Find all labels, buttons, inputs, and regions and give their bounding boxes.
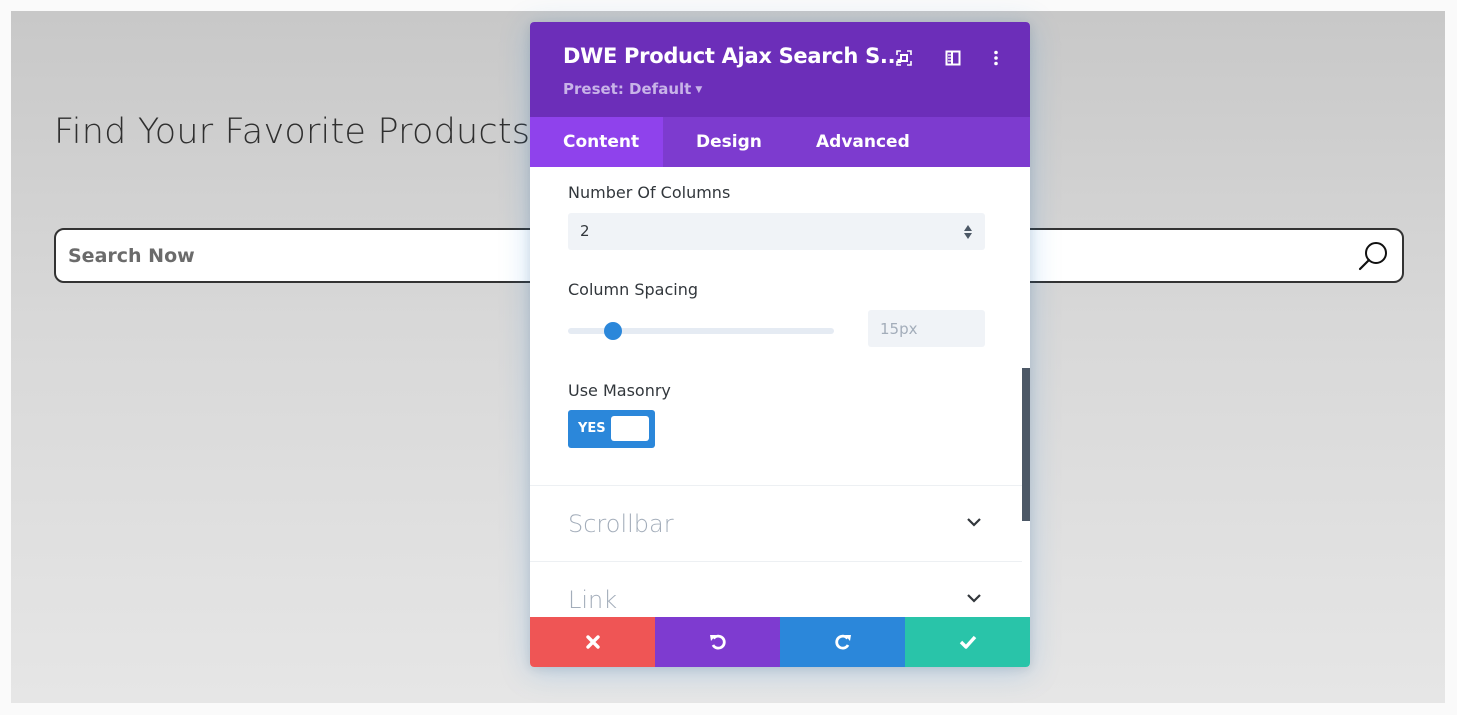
- settings-panel: Number Of Columns 2 Column Spacing Use M…: [530, 167, 1030, 617]
- tab-bar: Content Design Advanced: [530, 117, 1030, 167]
- close-icon: [585, 635, 600, 649]
- section-link-title: Link: [568, 586, 618, 614]
- tab-content[interactable]: Content: [530, 117, 663, 167]
- redo-icon: [834, 634, 851, 650]
- slider-handle[interactable]: [604, 322, 623, 340]
- modal-title: DWE Product Ajax Search S...: [563, 44, 903, 68]
- modal-header[interactable]: DWE Product Ajax Search S... Preset: Def…: [530, 22, 1030, 117]
- number-of-columns-value: 2: [580, 222, 590, 240]
- search-icon[interactable]: [1356, 238, 1392, 274]
- tab-design[interactable]: Design: [663, 117, 783, 167]
- panel-scrollbar[interactable]: [1022, 368, 1030, 521]
- tab-advanced[interactable]: Advanced: [783, 117, 910, 167]
- chevron-down-icon: [967, 594, 981, 603]
- column-spacing-input[interactable]: [868, 310, 985, 347]
- toggle-yes-label: YES: [578, 421, 606, 436]
- use-masonry-label: Use Masonry: [568, 381, 671, 400]
- undo-icon: [709, 634, 726, 650]
- chevron-down-icon: [967, 518, 981, 527]
- use-masonry-toggle[interactable]: YES: [568, 410, 655, 448]
- column-spacing-label: Column Spacing: [568, 280, 699, 299]
- save-button[interactable]: [905, 617, 1030, 667]
- preset-label: Preset: Default: [563, 80, 692, 98]
- check-icon: [959, 635, 976, 649]
- modal-footer: [530, 617, 1030, 667]
- page-headline: Find Your Favorite Products: [54, 112, 531, 152]
- redo-button[interactable]: [780, 617, 905, 667]
- caret-down-icon: ▼: [695, 84, 703, 95]
- module-settings-modal: DWE Product Ajax Search S... Preset: Def…: [530, 22, 1030, 667]
- more-options-icon[interactable]: [986, 48, 1006, 68]
- sidebar-layout-icon[interactable]: [943, 48, 963, 68]
- focus-mode-icon[interactable]: [894, 48, 914, 68]
- section-scrollbar[interactable]: Scrollbar: [530, 485, 1022, 561]
- undo-button[interactable]: [655, 617, 780, 667]
- toggle-knob: [611, 416, 649, 441]
- select-arrows-icon: [964, 225, 972, 239]
- preset-dropdown[interactable]: Preset: Default ▼: [563, 80, 702, 98]
- cancel-button[interactable]: [530, 617, 655, 667]
- section-link[interactable]: Link: [530, 561, 1022, 617]
- column-spacing-slider[interactable]: [568, 322, 834, 340]
- number-of-columns-label: Number Of Columns: [568, 183, 731, 202]
- section-scrollbar-title: Scrollbar: [568, 510, 674, 538]
- number-of-columns-select[interactable]: 2: [568, 213, 985, 250]
